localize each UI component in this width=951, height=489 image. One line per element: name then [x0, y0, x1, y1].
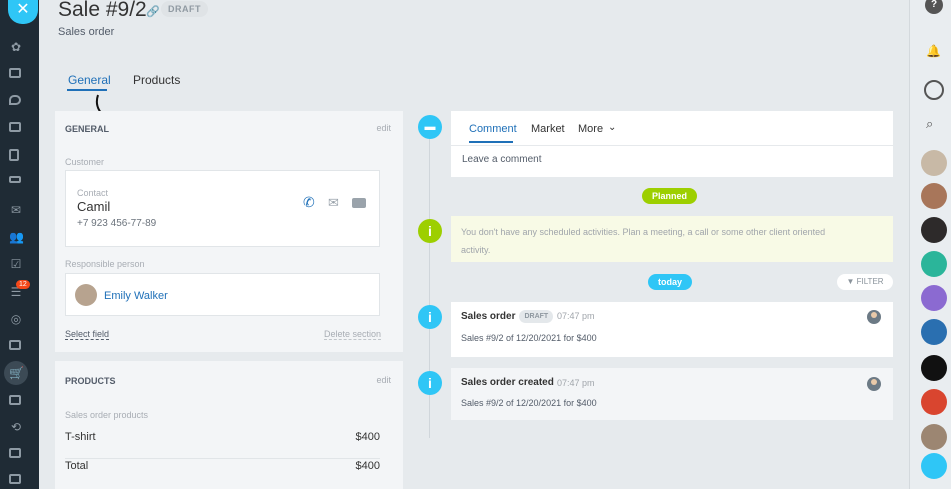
comment-composer: Comment Market More ⌄ Leave a comment	[451, 111, 893, 177]
composer-active-underline	[469, 141, 513, 143]
box2-icon[interactable]	[9, 474, 23, 486]
product-name: T-shirt	[65, 431, 96, 443]
responsible-box: Emily Walker	[65, 273, 380, 316]
open-chat-icon[interactable]	[921, 453, 947, 479]
planned-activities-panel: You don't have any scheduled activities.…	[451, 216, 893, 262]
contact-phone[interactable]: +7 923 456-77-89	[77, 218, 156, 229]
link-icon[interactable]: 🔗	[146, 5, 160, 18]
select-field-link[interactable]: Select field	[65, 329, 110, 340]
event-text: Sales #9/2 of 12/20/2021 for $400	[461, 333, 597, 343]
drive-icon[interactable]	[9, 176, 23, 188]
page-title: Sale #9/2	[58, 0, 147, 21]
event-title: Sales order DRAFT	[461, 310, 554, 323]
contact-label: Contact	[77, 188, 109, 198]
lock-icon[interactable]	[921, 389, 947, 415]
target-icon[interactable]: ◎	[9, 313, 23, 325]
search-icon[interactable]: ⌕	[926, 116, 933, 132]
info-icon: i	[418, 371, 442, 395]
cart-icon[interactable]: 🛒	[9, 367, 24, 379]
help-icon[interactable]: ?	[925, 0, 943, 14]
tab-products[interactable]: Products	[133, 73, 180, 87]
comment-input[interactable]: Leave a comment	[462, 154, 542, 165]
comment-icon: ▬	[418, 115, 442, 139]
active-tab-underline	[67, 89, 107, 91]
filter-icon: ▼	[846, 277, 855, 286]
total-label: Total	[65, 460, 89, 472]
document-icon[interactable]	[9, 149, 23, 161]
feed-icon[interactable]	[9, 68, 23, 80]
chat-list-icon[interactable]	[924, 80, 944, 100]
sync-icon[interactable]: ⟲	[9, 421, 23, 433]
event-title: Sales order created	[461, 377, 554, 388]
avatar	[867, 377, 881, 391]
chat-bubble-icon[interactable]	[921, 319, 947, 345]
event-badge: DRAFT	[519, 310, 554, 323]
avatar[interactable]	[921, 424, 947, 450]
timeline-event: Sales order DRAFT 07:47 pm Sales #9/2 of …	[451, 302, 893, 357]
timeline-event: Sales order created 07:47 pm Sales #9/2 …	[451, 368, 893, 420]
planned-pill: Planned	[642, 188, 698, 204]
mail-icon[interactable]: ✉	[9, 204, 23, 216]
window-icon[interactable]	[9, 340, 23, 352]
planned-text: You don't have any scheduled activities.…	[461, 227, 826, 255]
customer-label: Customer	[65, 157, 105, 167]
contact-name[interactable]: Camil	[77, 199, 110, 214]
event-time: 07:47 pm	[557, 311, 595, 321]
composer-tab-market[interactable]: Market	[531, 123, 565, 135]
calendar-chat-icon[interactable]	[921, 183, 947, 209]
avatar	[867, 310, 881, 324]
today-pill: today	[648, 274, 693, 290]
box-icon[interactable]	[9, 448, 23, 460]
phone-icon[interactable]: ✆	[303, 194, 315, 211]
products-edit-link[interactable]: edit	[376, 375, 391, 385]
product-price: $400	[355, 431, 380, 443]
notification-counter: 12	[16, 280, 30, 289]
table-row: T-shirt $400	[65, 431, 380, 459]
right-sidebar: ? 🔔 ⌕	[909, 0, 951, 489]
event-time: 07:47 pm	[557, 378, 595, 388]
responsible-label: Responsible person	[65, 259, 145, 269]
composer-tab-more[interactable]: More	[578, 123, 603, 135]
tab-general[interactable]: General	[68, 73, 111, 87]
calendar-chat-icon[interactable]	[921, 251, 947, 277]
group-avatar[interactable]	[921, 355, 947, 381]
responsible-name[interactable]: Emily Walker	[104, 290, 168, 302]
mail-icon[interactable]: ✉	[328, 195, 339, 211]
page-subtitle: Sales order	[58, 26, 115, 38]
tasks-icon[interactable]: ☑	[9, 258, 23, 270]
customer-box: Contact Camil +7 923 456-77-89 ✆ ✉	[65, 170, 380, 247]
chat-icon[interactable]	[9, 95, 23, 107]
chat-icon[interactable]	[352, 198, 366, 208]
avatar[interactable]	[921, 150, 947, 176]
puzzle-icon[interactable]: ✿	[9, 41, 23, 53]
bell-icon[interactable]: 🔔	[926, 44, 941, 58]
filter-button[interactable]: ▼ FILTER	[837, 274, 893, 290]
general-card: GENERAL edit Customer Contact Camil +7 9…	[55, 111, 403, 352]
status-badge: DRAFT	[161, 1, 208, 17]
chevron-down-icon[interactable]: ⌄	[608, 122, 616, 133]
table-row: Total $400	[65, 460, 380, 482]
products-subheading: Sales order products	[65, 410, 149, 420]
calendar-icon[interactable]	[9, 122, 23, 134]
info-icon: i	[418, 305, 442, 329]
avatar	[75, 284, 97, 306]
avatar[interactable]	[921, 217, 947, 243]
close-icon[interactable]: ✕	[8, 0, 38, 24]
products-heading: PRODUCTS	[65, 376, 116, 386]
contacts-icon[interactable]: 👥	[9, 231, 24, 243]
composer-tab-comment[interactable]: Comment	[469, 123, 517, 135]
event-text: Sales #9/2 of 12/20/2021 for $400	[461, 398, 597, 408]
left-sidebar: ✕ ✿ ✉ 👥 ☑ ☰ 12 ◎ 🛒 ⟲	[0, 0, 39, 489]
info-icon: i	[418, 219, 442, 243]
divider	[451, 145, 893, 146]
calendar-chat-icon[interactable]	[921, 285, 947, 311]
general-edit-link[interactable]: edit	[376, 123, 391, 133]
delete-section-link[interactable]: Delete section	[323, 329, 381, 340]
total-price: $400	[355, 460, 380, 472]
id-card-icon[interactable]	[9, 395, 23, 407]
products-card: PRODUCTS edit Sales order products T-shi…	[55, 361, 403, 489]
general-heading: GENERAL	[65, 124, 110, 134]
